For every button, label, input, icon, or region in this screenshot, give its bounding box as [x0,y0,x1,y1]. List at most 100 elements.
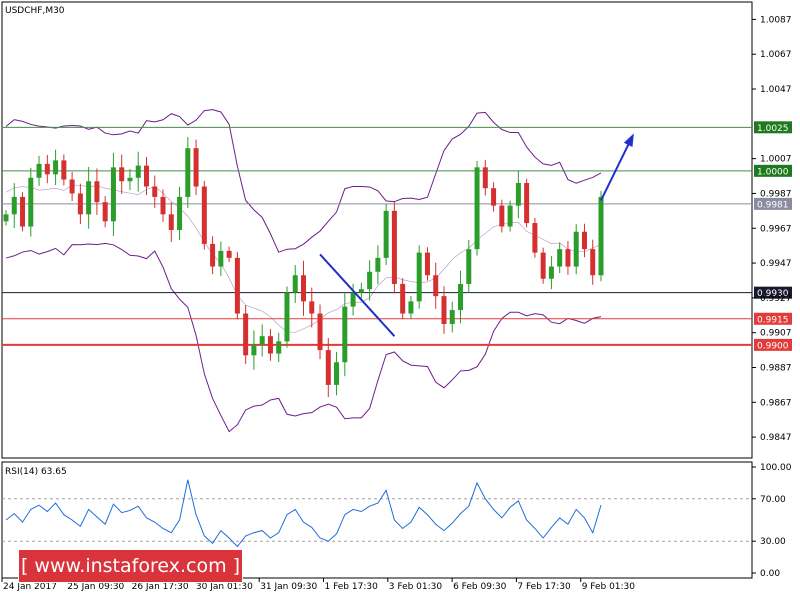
y-tick-label: 0.9907 [760,329,792,339]
candle-body [226,250,232,258]
rsi-tick-label: 0.00 [760,569,780,579]
candle-body [185,148,191,197]
candle-body [449,310,455,324]
candle-body [524,183,530,224]
candle-body [110,167,116,222]
upper-band [5,109,602,253]
candle-body [135,165,141,178]
candle-body [391,210,397,284]
candle-body [342,306,348,363]
candle-body [94,181,100,203]
price-levels [2,126,752,346]
level-label-0.9981: 0.9981 [757,200,789,210]
candle-body [86,181,92,215]
candle-body [573,231,579,267]
rsi-title: RSI(14) 63.65 [5,467,67,477]
target-arrow-shaft [600,135,634,201]
candle-body [53,160,59,175]
candle-body [416,252,422,302]
y-tick-label: 0.9927 [760,294,792,304]
level-label-0.9900: 0.9900 [757,341,789,351]
candle-body [515,183,521,206]
candle-body [532,223,538,253]
y-tick-label: 1.0007 [760,155,792,165]
y-tick-label: 0.9847 [760,433,792,443]
level-label-0.9915: 0.9915 [757,315,789,325]
level-label-1.0025: 1.0025 [757,124,789,134]
candle-body [301,275,306,302]
candle-body [168,214,174,230]
candle-body [441,296,447,324]
candle-body [474,167,480,250]
candle-body [433,275,439,297]
candle-body [375,257,381,272]
y-tick-label: 0.9987 [760,189,792,199]
candle-body [482,167,488,189]
candle-body [507,205,513,227]
candle-body [77,193,83,215]
candle-body [424,252,430,276]
candle-body [408,301,414,314]
chart-title: USDCHF,M30 [5,6,65,16]
chart-frame [1,1,753,579]
candle-body [69,179,75,194]
candlesticks [3,137,604,398]
y-tick-label: 1.0067 [760,50,792,60]
candle-body [267,336,273,354]
candle-body [160,196,166,215]
candle-body [548,266,554,279]
x-tick-label: 7 Feb 17:30 [517,582,571,592]
y-tick-label: 0.9967 [760,224,792,234]
candle-body [334,362,340,385]
x-tick-label: 6 Feb 09:30 [453,582,507,592]
candle-body [458,283,464,311]
x-tick-label: 26 Jan 17:30 [132,582,189,592]
candle-body [259,336,265,345]
candle-body [210,243,216,267]
rsi-tick-label: 70.00 [760,495,786,505]
candle-body [243,313,249,356]
candle-body [383,210,389,258]
trading-chart: 1.00251.00000.99810.99300.99150.99001.00… [1,1,792,592]
rsi-line [5,479,602,548]
y-tick-label: 0.9887 [760,363,792,373]
axis-labels: 1.00251.00000.99810.99300.99150.99001.00… [1,15,792,592]
candle-body [11,196,17,215]
candle-body [581,231,587,250]
candle-body [565,249,571,267]
candle-body [3,214,9,222]
x-tick-label: 25 Jan 09:30 [67,582,124,592]
candle-body [276,341,282,354]
candle-body [127,177,133,182]
candle-body [218,250,224,267]
candle-body [177,196,183,230]
rsi-tick-label: 30.00 [760,537,786,547]
candle-body [201,186,207,244]
downtrend-line [319,253,396,337]
candle-body [350,292,356,307]
main-plot-frame [1,1,753,459]
x-tick-label: 3 Feb 01:30 [389,582,443,592]
candle-body [44,163,50,175]
candle-body [557,249,563,267]
x-tick-label: 31 Jan 09:30 [260,582,317,592]
candle-body [598,196,604,276]
candle-body [325,350,331,385]
candle-body [292,275,298,293]
candle-body [119,167,125,182]
candle-body [193,148,199,187]
instaforex-watermark: [ www.instaforex.com ] [18,549,243,583]
candle-body [61,160,67,180]
candle-body [317,313,323,351]
candle-body [36,163,42,178]
candle-body [309,301,315,314]
rsi-tick-label: 100.00 [760,463,792,473]
candle-body [540,252,546,279]
candle-body [400,283,406,314]
y-tick-label: 1.0087 [760,15,792,25]
candle-body [499,205,505,227]
candle-body [466,249,472,284]
x-tick-label: 24 Jan 2017 [3,582,57,592]
y-tick-label: 1.0047 [760,85,792,95]
candle-body [284,292,290,342]
